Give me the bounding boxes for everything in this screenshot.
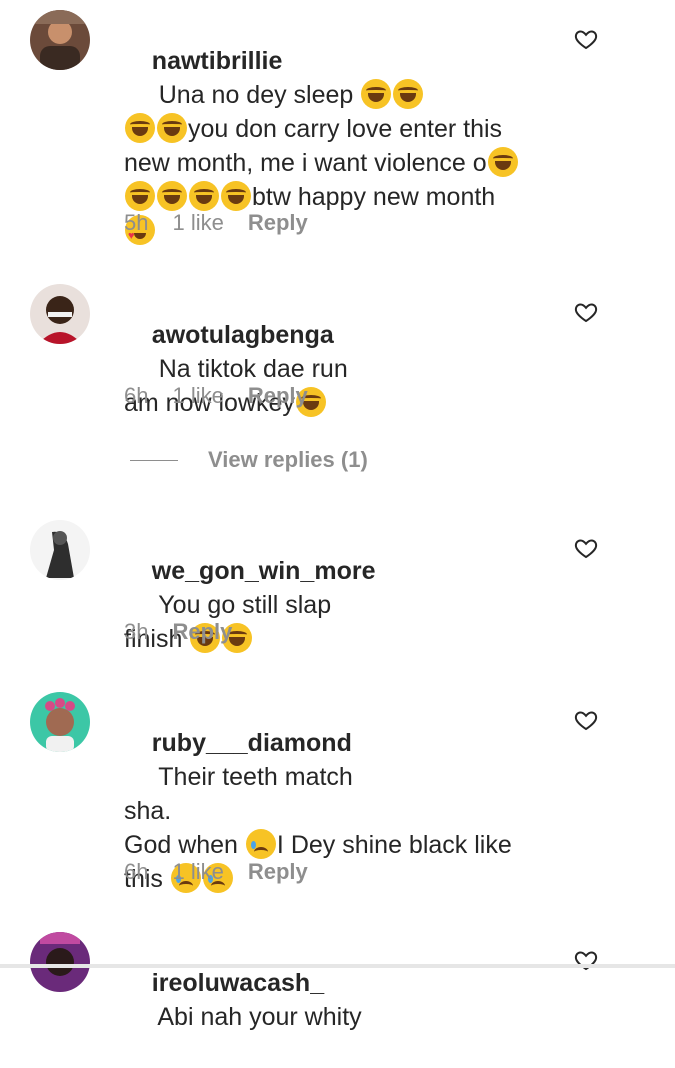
like-heart-icon[interactable] — [574, 300, 598, 324]
comment-meta: 6h 1 like Reply — [124, 859, 308, 885]
avatar[interactable] — [30, 520, 90, 580]
comment-time: 6h — [124, 859, 149, 884]
laughing-emoji-icon — [189, 181, 219, 211]
reply-button[interactable]: Reply — [172, 619, 232, 645]
avatar[interactable] — [30, 692, 90, 752]
like-heart-icon[interactable] — [574, 948, 598, 972]
like-heart-icon[interactable] — [574, 536, 598, 560]
like-heart-icon[interactable] — [574, 27, 598, 51]
reply-button[interactable]: Reply — [248, 859, 308, 885]
comment-username[interactable]: nawtibrillie — [152, 47, 283, 75]
comment-time: 6h — [124, 383, 149, 408]
avatar[interactable] — [30, 932, 90, 992]
laughing-emoji-icon — [487, 147, 518, 177]
laughing-emoji-icon — [157, 113, 187, 143]
comment-username[interactable]: ireoluwacash_ — [152, 969, 324, 997]
view-replies-divider — [130, 459, 178, 461]
laughing-emoji-icon — [393, 79, 424, 109]
comment-text: ruby___diamond Their teeth match sha. Go… — [124, 692, 544, 930]
laughing-emoji-icon — [221, 181, 251, 211]
comment-body-5: Abi nah your whity — [151, 1003, 362, 1031]
comment-meta: 5h 1 like Reply — [124, 210, 308, 236]
view-replies-button[interactable]: View replies (1) — [130, 447, 368, 473]
comment-time: 5h — [124, 210, 149, 235]
bottom-edge — [0, 964, 675, 968]
comment-meta: 6h 1 like Reply — [124, 383, 308, 409]
reply-button[interactable]: Reply — [248, 210, 308, 236]
comment-text: ireoluwacash_ Abi nah your whity — [124, 932, 544, 1068]
comment-username[interactable]: awotulagbenga — [152, 321, 334, 349]
reply-button[interactable]: Reply — [248, 383, 308, 409]
comment-text: we_gon_win_more You go still slap finish — [124, 520, 544, 690]
like-heart-icon[interactable] — [574, 708, 598, 732]
laughing-emoji-icon — [157, 181, 187, 211]
crying-emoji-icon — [245, 829, 276, 859]
laughing-emoji-icon — [361, 79, 392, 109]
comment-username[interactable]: ruby___diamond — [152, 729, 352, 757]
laughing-emoji-icon — [125, 181, 155, 211]
avatar[interactable] — [30, 284, 90, 344]
comment-likes[interactable]: 1 like — [172, 383, 223, 409]
comment-meta: 3h Reply — [124, 619, 232, 645]
laughing-emoji-icon — [125, 113, 155, 143]
comment-text: nawtibrillie Una no dey sleep you don ca… — [124, 10, 544, 282]
comment-text: awotulagbenga Na tiktok dae run am now l… — [124, 284, 544, 454]
view-replies-label[interactable]: View replies (1) — [208, 447, 368, 473]
comment-username[interactable]: we_gon_win_more — [152, 557, 376, 585]
comment-time: 3h — [124, 619, 149, 644]
avatar[interactable] — [30, 10, 90, 70]
comment-likes[interactable]: 1 like — [172, 210, 223, 236]
comment-likes[interactable]: 1 like — [172, 859, 223, 885]
